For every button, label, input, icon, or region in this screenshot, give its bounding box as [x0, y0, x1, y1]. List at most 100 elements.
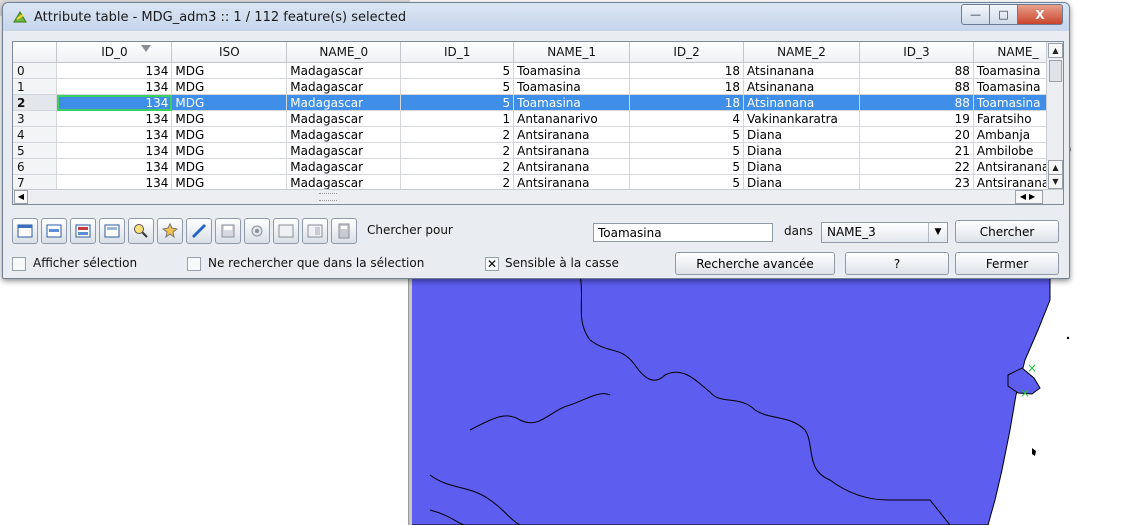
attribute-grid[interactable]: ID_0 ISO NAME_0 ID_1 NAME_1 ID_2 NAME_2 …	[12, 41, 1064, 205]
table-cell[interactable]: 88	[859, 94, 974, 111]
table-cell[interactable]: MDG	[171, 126, 288, 143]
table-row[interactable]: 3 134 MDG Madagascar 1 Antananarivo 4 Va…	[13, 110, 1063, 127]
table-cell[interactable]: 4	[629, 110, 745, 127]
window-titlebar[interactable]: Attribute table - MDG_adm3 :: 1 / 112 fe…	[3, 3, 1069, 31]
column-header[interactable]: NAME_2	[743, 42, 860, 63]
table-cell[interactable]: 5	[629, 142, 745, 159]
delete-column-icon[interactable]	[302, 218, 328, 244]
case-sensitive-checkbox[interactable]: ✕	[485, 257, 499, 271]
row-header[interactable]: 5	[13, 142, 58, 159]
table-cell[interactable]: Madagascar	[286, 158, 402, 175]
row-header[interactable]: 2	[13, 94, 58, 111]
row-header[interactable]: 6	[13, 158, 58, 175]
table-cell[interactable]: 2	[400, 142, 515, 159]
table-cell[interactable]: 2	[400, 158, 515, 175]
table-cell[interactable]: Antsiranana	[513, 126, 631, 143]
table-cell[interactable]: Diana	[743, 142, 860, 159]
table-cell[interactable]: Madagascar	[286, 94, 402, 111]
table-cell[interactable]: 134	[56, 110, 173, 127]
table-cell[interactable]: Diana	[743, 126, 860, 143]
scroll-up-icon[interactable]: ▲	[1048, 43, 1063, 58]
move-top-icon[interactable]	[99, 218, 125, 244]
table-cell[interactable]: Madagascar	[286, 142, 402, 159]
table-icon[interactable]	[12, 218, 38, 244]
table-cell[interactable]: Madagascar	[286, 126, 402, 143]
table-cell[interactable]: Atsinanana	[743, 78, 860, 95]
table-row[interactable]: 0 134 MDG Madagascar 5 Toamasina 18 Atsi…	[13, 62, 1063, 79]
delete-icon[interactable]	[244, 218, 270, 244]
selected-table-row[interactable]: 2 134 MDG Madagascar 5 Toamasina 18 Atsi…	[13, 94, 1063, 111]
table-cell[interactable]: MDG	[171, 158, 288, 175]
focused-cell[interactable]: 134	[56, 94, 173, 111]
corner-header[interactable]	[13, 42, 58, 63]
table-cell[interactable]: Madagascar	[286, 78, 402, 95]
table-cell[interactable]: MDG	[171, 142, 288, 159]
table-cell[interactable]: 134	[56, 62, 173, 79]
search-icon[interactable]	[128, 218, 154, 244]
scroll-left-right-icon[interactable]: ◀▶	[1015, 190, 1043, 204]
table-cell[interactable]: 1	[400, 110, 515, 127]
scroll-thumb[interactable]	[1049, 60, 1062, 82]
search-button[interactable]: Chercher	[955, 220, 1059, 243]
minimize-button[interactable]: —	[961, 4, 990, 25]
scroll-grip[interactable]	[319, 193, 337, 201]
table-cell[interactable]: 20	[859, 126, 974, 143]
table-cell[interactable]: 21	[859, 142, 974, 159]
column-header[interactable]: ID_1	[400, 42, 515, 63]
table-cell[interactable]: 19	[859, 110, 974, 127]
table-cell[interactable]: 5	[629, 158, 745, 175]
save-icon[interactable]	[215, 218, 241, 244]
table-row[interactable]: 6 134 MDG Madagascar 2 Antsiranana 5 Dia…	[13, 158, 1063, 175]
show-selected-checkbox[interactable]	[12, 257, 26, 271]
table-cell[interactable]: Atsinanana	[743, 94, 860, 111]
table-cell[interactable]: 22	[859, 158, 974, 175]
table-cell[interactable]: 134	[56, 126, 173, 143]
table-cell[interactable]: 5	[629, 126, 745, 143]
table-cell[interactable]: 134	[56, 78, 173, 95]
table-cell[interactable]: 5	[400, 62, 515, 79]
vertical-scrollbar[interactable]: ▲ ▲ ▼	[1046, 42, 1063, 189]
help-button[interactable]: ?	[845, 252, 949, 275]
table-cell[interactable]: MDG	[171, 94, 288, 111]
calculator-icon[interactable]	[331, 218, 357, 244]
column-header[interactable]: ISO	[171, 42, 288, 63]
close-button[interactable]: Fermer	[955, 252, 1059, 275]
search-selected-only-checkbox[interactable]	[187, 257, 201, 271]
table-cell[interactable]: 18	[629, 94, 745, 111]
pan-selection-icon[interactable]	[157, 218, 183, 244]
row-header[interactable]: 4	[13, 126, 58, 143]
maximize-button[interactable]: □	[990, 4, 1018, 25]
table-cell[interactable]: Toamasina	[513, 78, 631, 95]
table-cell[interactable]: 88	[859, 62, 974, 79]
table-cell[interactable]: 88	[859, 78, 974, 95]
zoom-selection-icon[interactable]	[41, 218, 67, 244]
table-cell[interactable]: Toamasina	[513, 62, 631, 79]
table-cell[interactable]: Diana	[743, 158, 860, 175]
table-row[interactable]: 4 134 MDG Madagascar 2 Antsiranana 5 Dia…	[13, 126, 1063, 143]
table-cell[interactable]: Vakinankaratra	[743, 110, 860, 127]
field-select[interactable]: NAME_3 ▼	[821, 222, 948, 243]
row-header[interactable]: 3	[13, 110, 58, 127]
horizontal-scrollbar[interactable]: ◀ ◀▶	[13, 189, 1063, 204]
column-header[interactable]: ID_3	[859, 42, 974, 63]
table-cell[interactable]: 18	[629, 62, 745, 79]
table-cell[interactable]: Antsiranana	[513, 142, 631, 159]
table-cell[interactable]: 2	[400, 126, 515, 143]
row-header[interactable]: 1	[13, 78, 58, 95]
column-header[interactable]: NAME_1	[513, 42, 631, 63]
row-header[interactable]: 0	[13, 62, 58, 79]
new-column-icon[interactable]	[273, 218, 299, 244]
table-cell[interactable]: 134	[56, 142, 173, 159]
table-cell[interactable]: Antananarivo	[513, 110, 631, 127]
table-cell[interactable]: 134	[56, 158, 173, 175]
table-cell[interactable]: MDG	[171, 62, 288, 79]
table-cell[interactable]: MDG	[171, 110, 288, 127]
table-cell[interactable]: Atsinanana	[743, 62, 860, 79]
table-cell[interactable]: 5	[400, 94, 515, 111]
edit-pencil-icon[interactable]	[186, 218, 212, 244]
table-row[interactable]: 1 134 MDG Madagascar 5 Toamasina 18 Atsi…	[13, 78, 1063, 95]
table-cell[interactable]: Madagascar	[286, 62, 402, 79]
table-cell[interactable]: 5	[400, 78, 515, 95]
table-cell[interactable]: Toamasina	[513, 94, 631, 111]
table-cell[interactable]: Antsiranana	[513, 158, 631, 175]
